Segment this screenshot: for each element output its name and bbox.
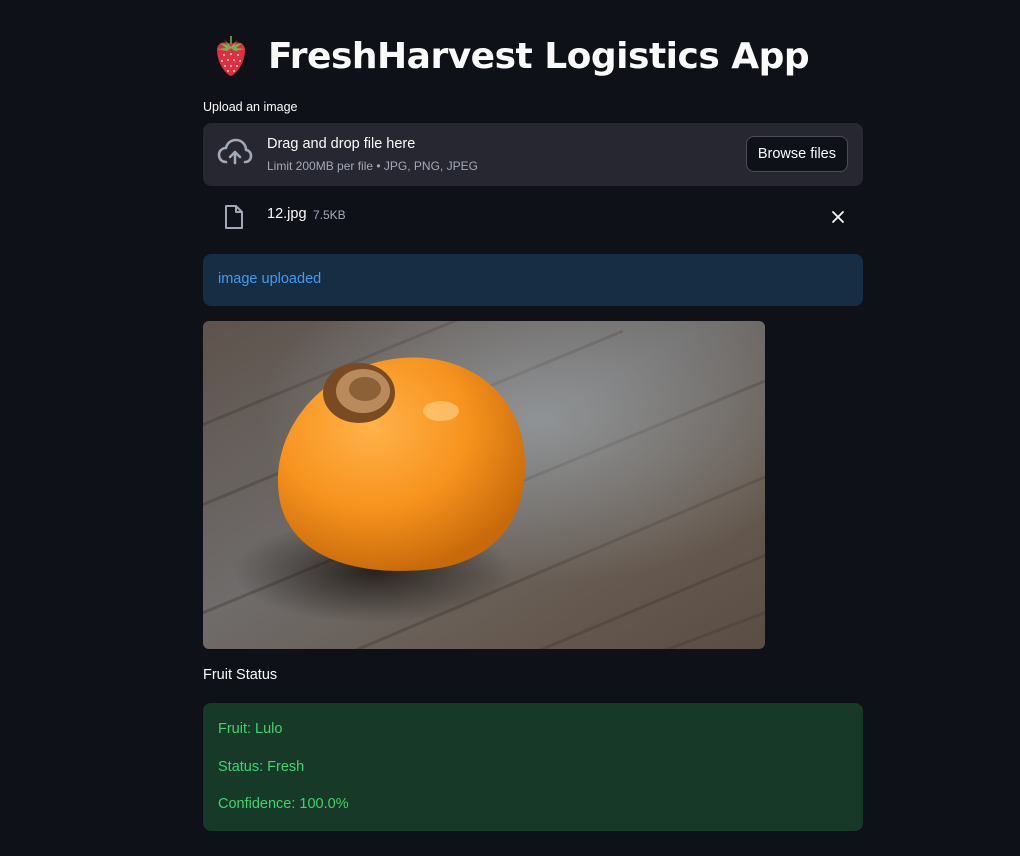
file-icon [225,205,243,229]
prediction-confidence: Confidence: 100.0% [218,796,349,812]
cloud-upload-icon [217,138,253,165]
strawberry-icon [217,36,245,76]
browse-files-button[interactable]: Browse files [745,136,848,172]
file-size: 7.5KB [313,208,346,222]
dropzone-title: Drag and drop file here [267,136,416,152]
fruit-freshness-status: Status: Fresh [218,759,305,775]
info-message: image uploaded [218,271,322,287]
uploaded-file-row: 12.jpg 7.5KB [203,200,863,234]
info-alert: image uploaded [203,254,863,306]
upload-label: Upload an image [203,100,298,114]
page-header: FreshHarvest Logistics App [213,30,810,82]
fruit-status-label: Fruit Status [203,667,278,683]
close-icon[interactable] [827,206,849,228]
uploaded-fruit-image [203,321,765,649]
fruit-name: Fruit: Lulo [218,721,283,737]
file-name: 12.jpg [267,206,307,222]
file-dropzone[interactable]: Drag and drop file here Limit 200MB per … [203,123,863,186]
success-alert: Fruit: Lulo Status: Fresh Confidence: 10… [203,703,863,831]
dropzone-limit: Limit 200MB per file • JPG, PNG, JPEG [267,159,478,173]
page-title: FreshHarvest Logistics App [268,35,810,77]
